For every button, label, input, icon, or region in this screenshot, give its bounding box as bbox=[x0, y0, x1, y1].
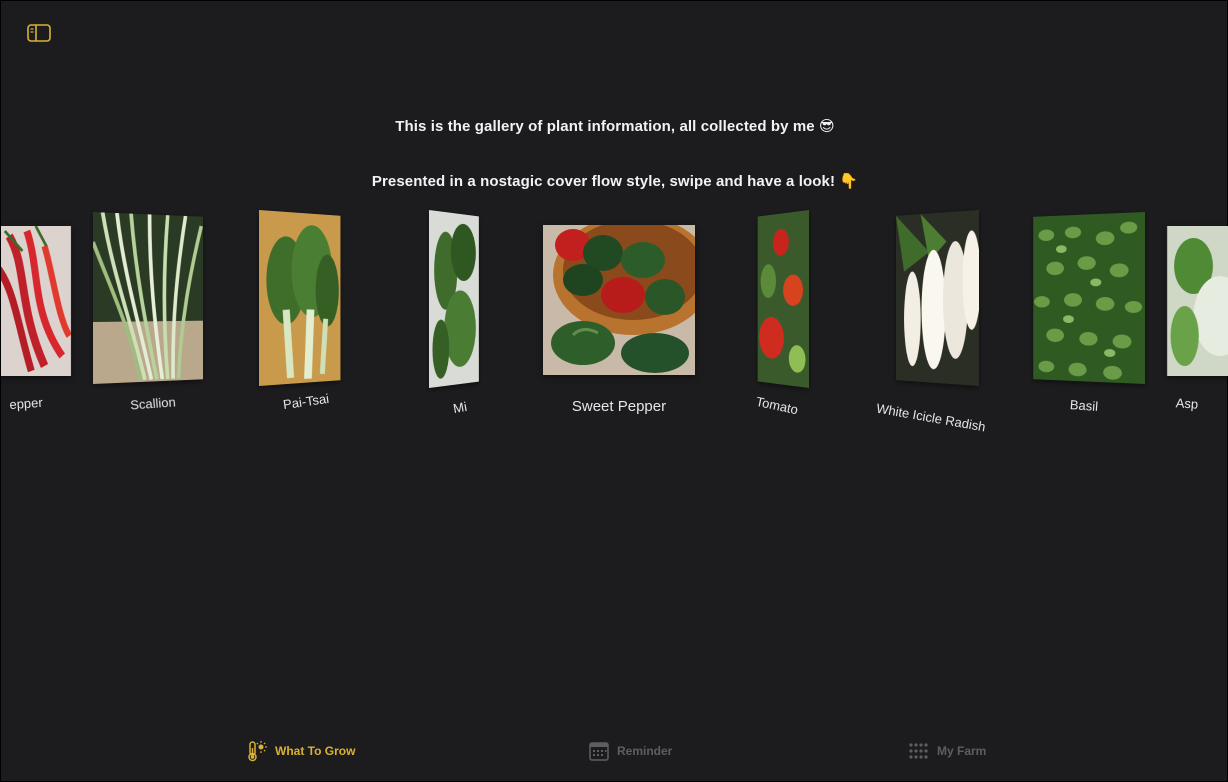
gallery-instruction-text: Presented in a nostagic cover flow style… bbox=[1, 172, 1228, 190]
thermometer-sun-icon bbox=[248, 741, 267, 762]
cover-item[interactable]: Tomato bbox=[745, 210, 809, 417]
intro-line-2: Presented in a nostagic cover flow style… bbox=[371, 173, 836, 190]
tab-reminder[interactable]: Reminder bbox=[588, 740, 672, 762]
asparagus-image bbox=[1167, 226, 1228, 376]
sidebar-toggle-icon[interactable] bbox=[27, 23, 51, 43]
cover-item[interactable]: Mi bbox=[429, 210, 491, 416]
cover-item[interactable]: Scallion bbox=[93, 212, 213, 413]
pointing-down-emoji-icon: 👇 bbox=[839, 173, 859, 190]
cover-item[interactable]: Basil bbox=[1023, 212, 1145, 414]
tab-my-farm[interactable]: My Farm bbox=[908, 740, 986, 762]
intro-line-1: This is the gallery of plant information… bbox=[395, 118, 815, 135]
cover-item-selected[interactable]: Sweet Pepper bbox=[543, 225, 695, 415]
scallion-image bbox=[93, 212, 204, 384]
tab-label: My Farm bbox=[937, 744, 987, 758]
white-radish-image bbox=[895, 210, 979, 386]
cover-label: Pai-Tsai bbox=[282, 390, 330, 413]
grid-icon bbox=[909, 743, 928, 759]
cover-item[interactable]: epper bbox=[1, 226, 72, 412]
pai-tsai-image bbox=[259, 210, 341, 386]
tab-label: What To Grow bbox=[275, 744, 356, 758]
gallery-intro-text: This is the gallery of plant information… bbox=[1, 117, 1228, 135]
cover-label-selected: Sweet Pepper bbox=[571, 398, 667, 415]
app-window: This is the gallery of plant information… bbox=[0, 0, 1228, 782]
tomato-image bbox=[757, 210, 809, 388]
green-vegetable-image bbox=[429, 210, 479, 388]
tab-label: Reminder bbox=[617, 744, 673, 758]
basil-image bbox=[1033, 212, 1145, 384]
tab-what-to-grow[interactable]: What To Grow bbox=[246, 740, 355, 762]
chili-pepper-image bbox=[1, 226, 72, 376]
cover-item[interactable]: Pai-Tsai bbox=[259, 210, 353, 412]
cover-item[interactable]: White Icicle Radish bbox=[875, 210, 987, 434]
calendar-icon bbox=[589, 742, 609, 761]
cover-item[interactable]: Asp bbox=[1167, 226, 1228, 412]
cover-flow-gallery[interactable]: epper Scallion Pai-Tsai Mi Sweet Pepper … bbox=[1, 196, 1228, 446]
sunglasses-emoji-icon: 😎 bbox=[819, 118, 835, 135]
tab-bar: What To Grow Reminder My Farm bbox=[1, 734, 1228, 774]
sweet-pepper-image bbox=[543, 225, 695, 375]
